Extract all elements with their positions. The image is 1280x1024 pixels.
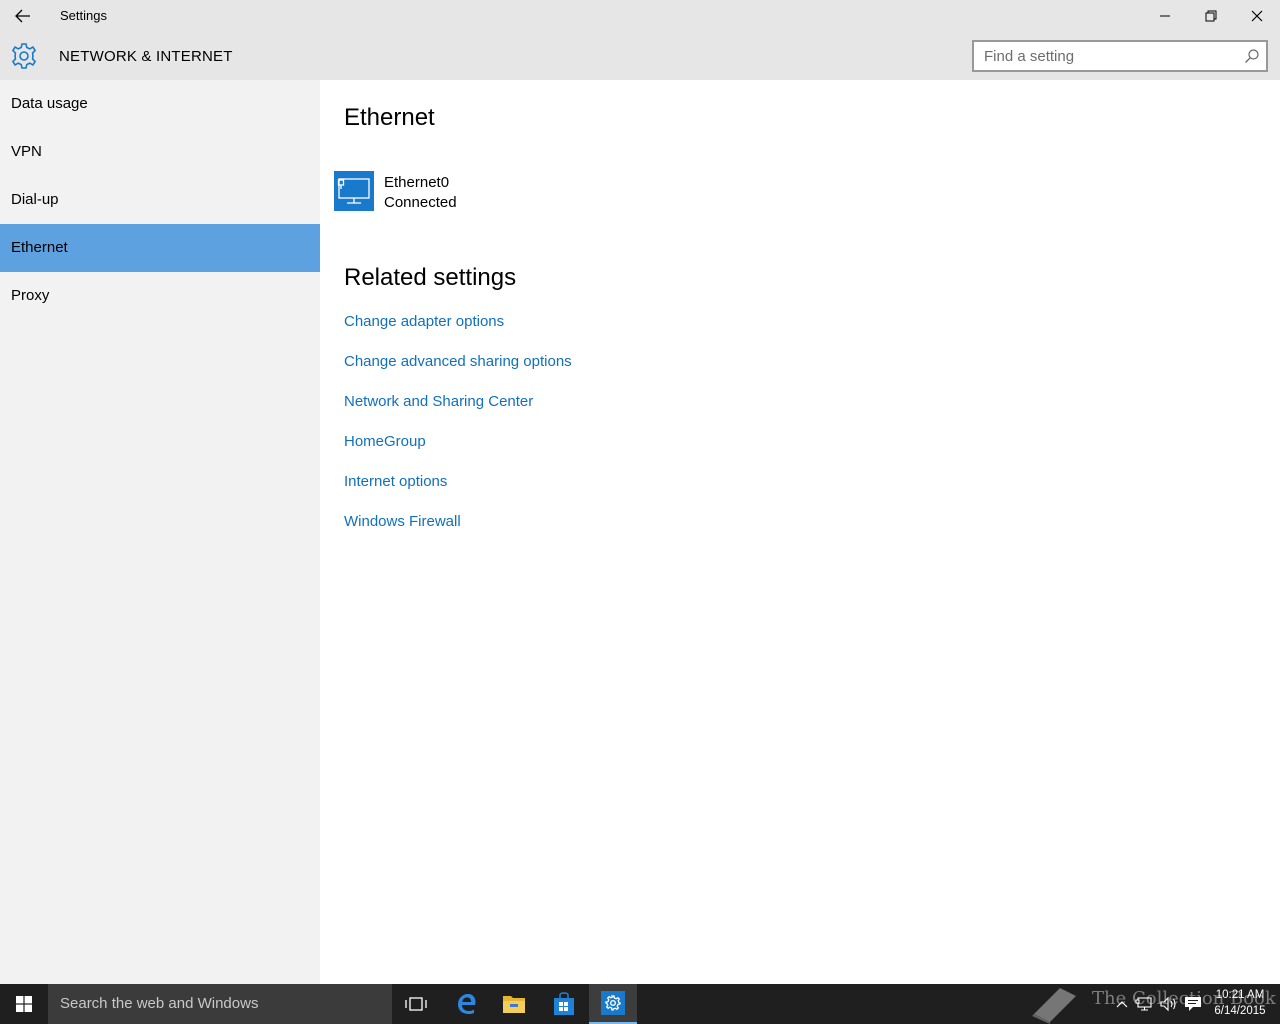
taskbar-clock[interactable]: 10:21 AM 6/14/2015 <box>1208 987 1272 1019</box>
settings-tile <box>601 991 625 1015</box>
minimize-icon <box>1160 15 1170 17</box>
restore-icon <box>1205 10 1217 22</box>
section-title: NETWORK & INTERNET <box>59 48 233 65</box>
search-icon <box>1245 49 1259 63</box>
clock-time: 10:21 AM <box>1215 989 1265 1001</box>
show-hidden-icons-button[interactable] <box>1112 994 1132 1014</box>
task-view-icon <box>405 997 427 1011</box>
search-input[interactable] <box>974 42 1234 70</box>
taskbar-search-box[interactable]: Search the web and Windows <box>48 984 392 1024</box>
book-logo-icon <box>1032 988 1076 1024</box>
clock-date: 6/14/2015 <box>1214 1005 1266 1017</box>
settings-header: NETWORK & INTERNET <box>0 32 1280 80</box>
store-button[interactable] <box>540 984 588 1024</box>
back-button[interactable] <box>0 0 46 32</box>
windows-firewall-link[interactable]: Windows Firewall <box>344 513 461 530</box>
network-tray-button[interactable] <box>1134 994 1154 1014</box>
settings-taskbar-button[interactable] <box>589 984 637 1024</box>
sidebar-item-dial-up[interactable]: Dial-up <box>0 176 320 224</box>
edge-button[interactable] <box>442 984 490 1024</box>
chevron-up-icon <box>1116 1001 1128 1008</box>
change-advanced-sharing-options-link[interactable]: Change advanced sharing options <box>344 353 572 370</box>
connection-name[interactable]: Ethernet0 <box>384 174 449 191</box>
windows-logo-icon <box>16 996 32 1012</box>
network-and-sharing-center-link[interactable]: Network and Sharing Center <box>344 393 533 410</box>
network-monitor-icon <box>337 178 370 204</box>
edge-icon <box>458 994 476 1014</box>
restore-button[interactable] <box>1188 0 1234 32</box>
main-content: Ethernet Ethernet0 Connected Related set… <box>320 80 1280 984</box>
gear-icon <box>11 43 37 69</box>
page-title: Ethernet <box>344 104 435 131</box>
action-center-button[interactable] <box>1183 994 1203 1014</box>
ethernet-connection-tile[interactable] <box>334 171 374 211</box>
sidebar-item-vpn[interactable]: VPN <box>0 128 320 176</box>
start-button[interactable] <box>0 984 48 1024</box>
title-bar: Settings <box>0 0 1280 32</box>
sidebar: Data usage VPN Dial-up Ethernet Proxy <box>0 80 320 984</box>
close-icon <box>1251 10 1263 22</box>
related-settings-heading: Related settings <box>344 264 517 291</box>
connection-status: Connected <box>384 194 457 211</box>
homegroup-link[interactable]: HomeGroup <box>344 433 426 450</box>
task-view-button[interactable] <box>392 984 440 1024</box>
file-explorer-button[interactable] <box>490 984 538 1024</box>
network-icon <box>1135 997 1152 1011</box>
window-title: Settings <box>60 8 107 23</box>
store-icon <box>554 992 574 1015</box>
volume-icon <box>1160 996 1176 1012</box>
sidebar-item-data-usage[interactable]: Data usage <box>0 80 320 128</box>
internet-options-link[interactable]: Internet options <box>344 473 447 490</box>
back-arrow-icon <box>15 9 30 23</box>
action-center-icon <box>1185 997 1201 1011</box>
file-explorer-icon <box>503 996 525 1013</box>
volume-tray-button[interactable] <box>1158 994 1178 1014</box>
minimize-button[interactable] <box>1142 0 1188 32</box>
find-setting-search[interactable] <box>972 40 1268 72</box>
taskbar: Search the web and Windows The Collectio… <box>0 984 1280 1024</box>
sidebar-item-ethernet[interactable]: Ethernet <box>0 224 320 272</box>
sidebar-item-proxy[interactable]: Proxy <box>0 272 320 320</box>
change-adapter-options-link[interactable]: Change adapter options <box>344 313 504 330</box>
settings-icon <box>605 995 621 1011</box>
close-button[interactable] <box>1234 0 1280 32</box>
